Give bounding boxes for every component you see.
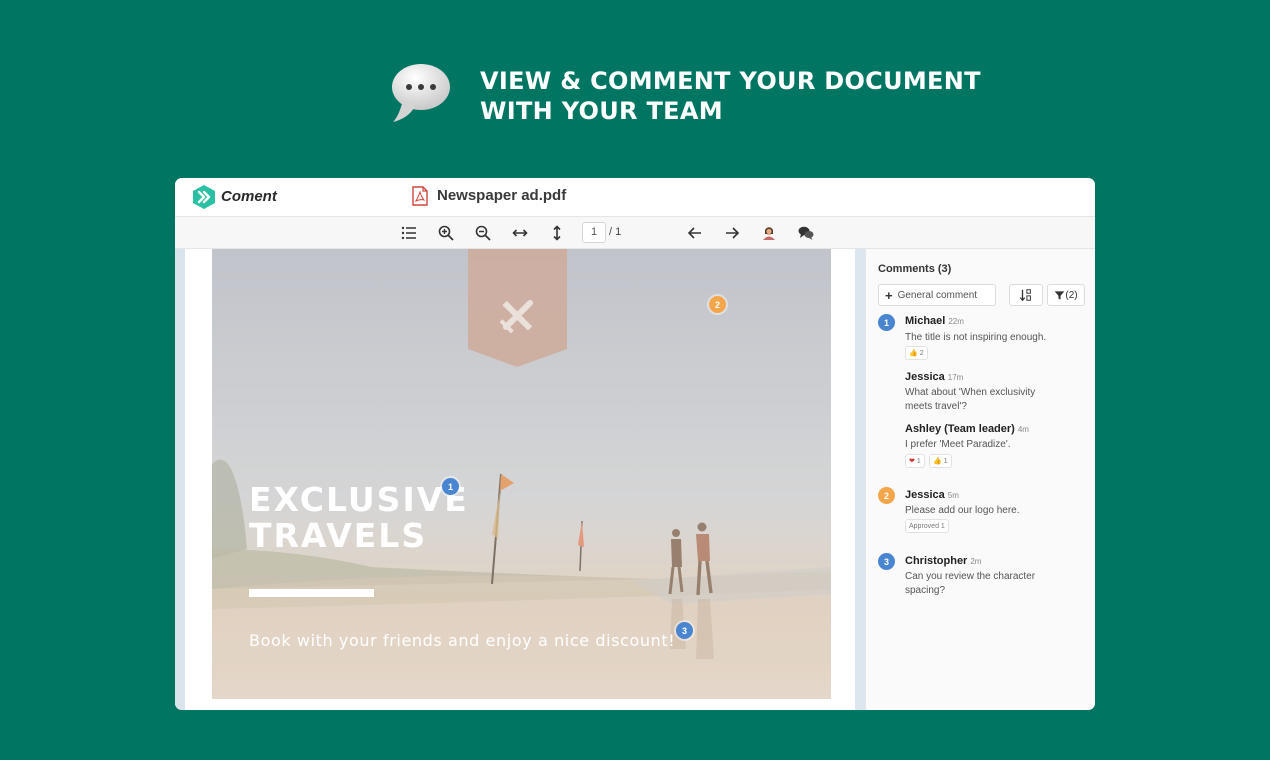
ad-photo: EXCLUSIVE TRAVELS Book with your friends… — [212, 249, 831, 699]
document-viewer[interactable]: EXCLUSIVE TRAVELS Book with your friends… — [175, 249, 865, 710]
hero-title-line2: WITH YOUR TEAM — [480, 97, 723, 125]
approved-badge[interactable]: Approved 1 — [905, 519, 949, 533]
filter-icon — [1055, 290, 1065, 300]
heart-icon: ❤ — [909, 458, 915, 465]
comment-text: Can you review the character spacing? — [905, 571, 1036, 596]
reaction-thumbs-up[interactable]: 👍 1 — [929, 454, 952, 468]
comment-pin-2[interactable]: 2 — [709, 296, 726, 313]
filter-button[interactable]: (2) — [1047, 284, 1085, 306]
pdf-file-icon — [411, 186, 429, 206]
reply-text: I prefer 'Meet Paradize'. — [905, 439, 1011, 450]
comments-icon[interactable] — [796, 223, 816, 243]
user-icon[interactable] — [759, 223, 779, 243]
comment-time: 17m — [947, 373, 964, 382]
reply-author: Ashley (Team leader) 4m — [905, 423, 1029, 435]
plus-icon: + — [885, 287, 893, 303]
toolbar: 1 / 1 — [175, 216, 1095, 249]
page-total: / 1 — [609, 226, 622, 238]
arrow-right-icon[interactable] — [722, 223, 742, 243]
filter-count: (2) — [1065, 289, 1078, 301]
reaction-count: 2 — [919, 349, 924, 357]
hero-title: VIEW & COMMENT YOUR DOCUMENT WITH YOUR T… — [480, 66, 981, 126]
comment-number-1[interactable]: 1 — [878, 314, 895, 331]
thumbs-up-icon: 👍 — [933, 458, 942, 465]
author-name: Jessica — [905, 371, 945, 383]
thumbs-up-icon: 👍 — [909, 350, 918, 357]
comment-number-2[interactable]: 2 — [878, 487, 895, 504]
zoom-out-icon[interactable] — [473, 223, 493, 243]
general-comment-label: General comment — [897, 289, 978, 301]
comment-time: 4m — [1017, 425, 1029, 434]
comment-pin-3[interactable]: 3 — [676, 622, 693, 639]
fit-width-icon[interactable] — [510, 223, 530, 243]
sort-button[interactable] — [1009, 284, 1043, 306]
comment-time: 5m — [947, 491, 959, 500]
ad-headline-line1: EXCLUSIVE — [249, 480, 469, 519]
fit-height-icon[interactable] — [547, 223, 567, 243]
arrow-left-icon[interactable] — [685, 223, 705, 243]
ad-divider — [249, 589, 374, 597]
sort-icon — [1019, 289, 1031, 302]
comment-author: Christopher 2m — [905, 555, 981, 567]
reply-author: Jessica 17m — [905, 371, 963, 383]
file-name: Newspaper ad.pdf — [437, 187, 567, 204]
hero-title-line1: VIEW & COMMENT YOUR DOCUMENT — [480, 67, 981, 95]
comment-time: 2m — [970, 557, 982, 566]
comment-author: Jessica 5m — [905, 489, 959, 501]
page-number-input[interactable]: 1 — [582, 222, 606, 243]
reaction-count: 1 — [916, 457, 921, 465]
top-bar: Coment Newspaper ad.pdf — [175, 178, 1095, 216]
comment-text: The title is not inspiring enough. — [905, 332, 1047, 343]
author-name: Christopher — [905, 555, 968, 567]
comment-pin-1[interactable]: 1 — [442, 478, 459, 495]
comments-panel: Comments (3) + General comment (2) 1 Mic… — [865, 249, 1095, 710]
document-page[interactable]: EXCLUSIVE TRAVELS Book with your friends… — [185, 249, 855, 710]
scroll-gutter-right — [855, 249, 865, 710]
comment-number-3[interactable]: 3 — [878, 553, 895, 570]
reaction-heart[interactable]: ❤ 1 — [905, 454, 925, 468]
ad-headline: EXCLUSIVE TRAVELS — [249, 482, 469, 554]
speech-bubble-icon — [389, 62, 451, 124]
reply-text: What about 'When exclusivity meets trave… — [905, 387, 1036, 412]
comments-title: Comments (3) — [878, 263, 952, 275]
author-name: Jessica — [905, 489, 945, 501]
reaction-count: 1 — [943, 457, 948, 465]
list-icon[interactable] — [399, 223, 419, 243]
scroll-gutter-left — [175, 249, 185, 710]
comment-author: Michael 22m — [905, 315, 964, 327]
coment-logo-icon[interactable] — [191, 184, 217, 210]
general-comment-button[interactable]: + General comment — [878, 284, 996, 306]
author-name: Ashley (Team leader) — [905, 423, 1015, 435]
zoom-in-icon[interactable] — [436, 223, 456, 243]
reaction-thumbs-up[interactable]: 👍 2 — [905, 346, 928, 360]
author-name: Michael — [905, 315, 946, 327]
comment-time: 22m — [948, 317, 964, 326]
ad-headline-line2: TRAVELS — [249, 516, 428, 555]
ad-subline: Book with your friends and enjoy a nice … — [249, 631, 676, 650]
brand-name[interactable]: Coment — [221, 188, 277, 205]
comment-text: Please add our logo here. — [905, 505, 1020, 516]
app-window: Coment Newspaper ad.pdf 1 / 1 EXCLUSIVE … — [175, 178, 1095, 710]
